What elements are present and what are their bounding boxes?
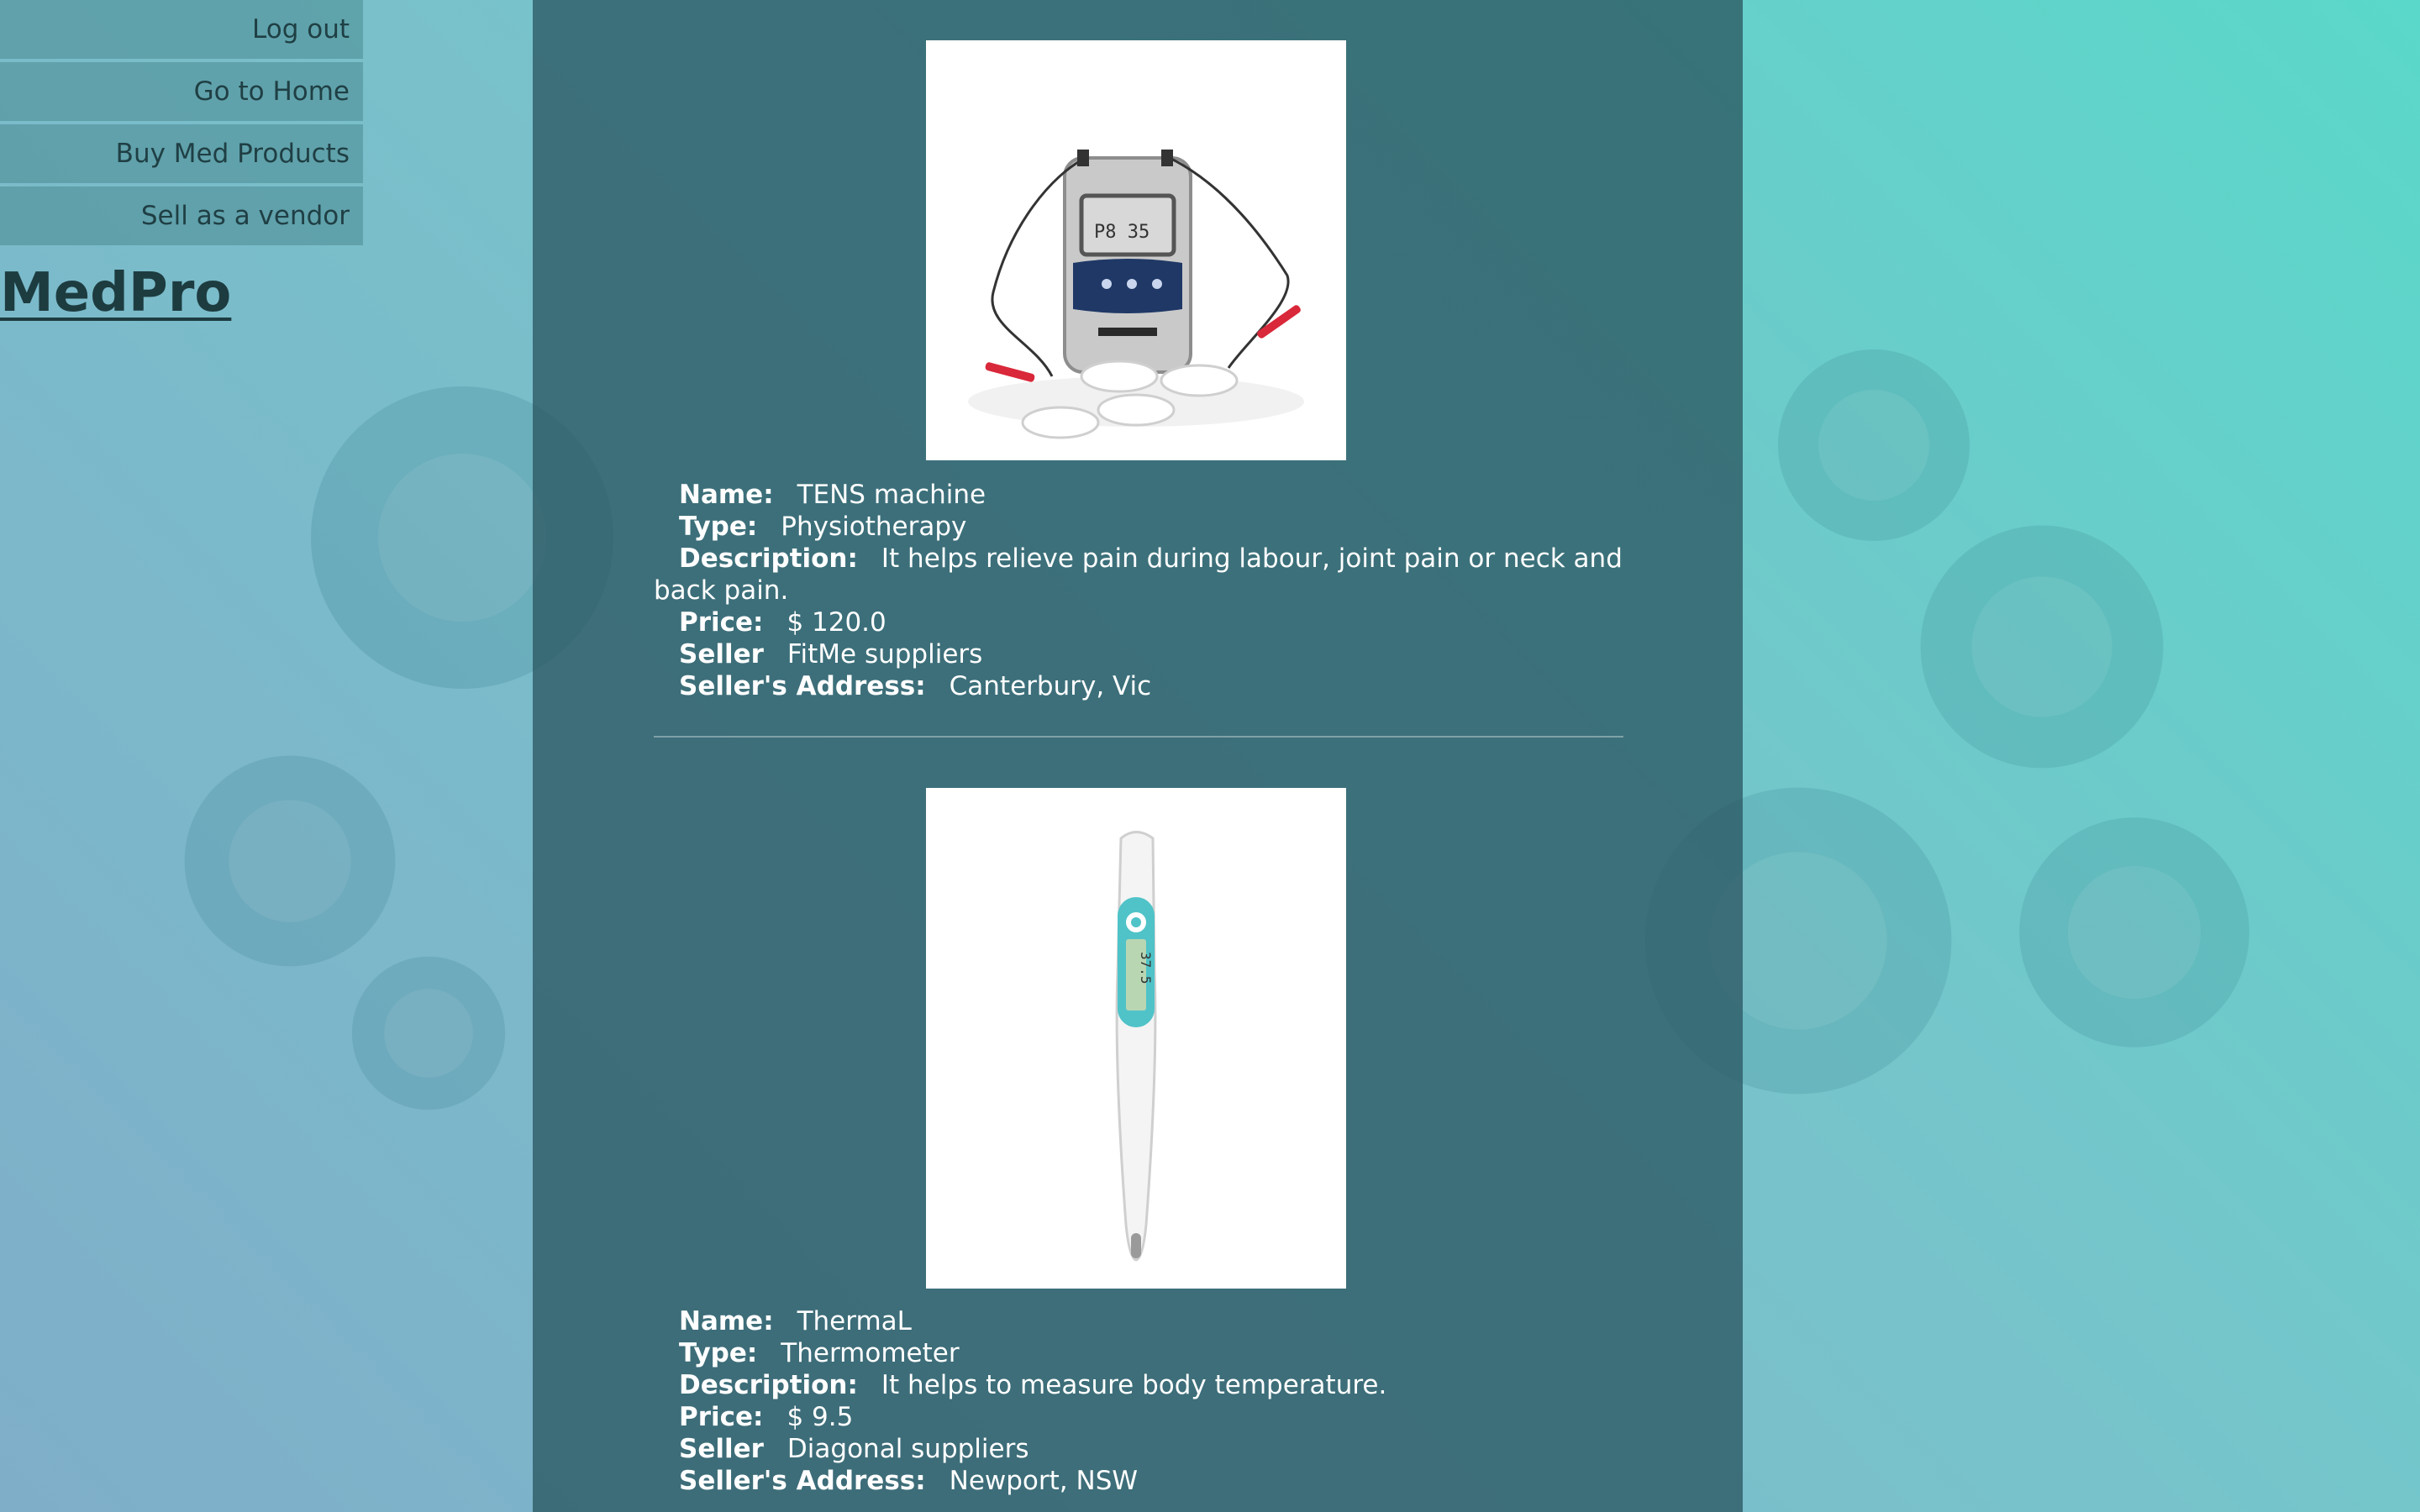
product-type: Thermometer bbox=[781, 1338, 960, 1368]
product-info: Name: TENS machine Type: Physiotherapy Des… bbox=[654, 479, 1623, 702]
seller-address: Newport, NSW bbox=[949, 1466, 1139, 1496]
product-list-panel: P8 35 Name: TENS machine Type: Physiothera… bbox=[533, 0, 1743, 1512]
address-label: Seller's Address: bbox=[679, 1466, 926, 1496]
tens-machine-image: P8 35 bbox=[926, 40, 1346, 460]
go-home-button[interactable]: Go to Home bbox=[0, 62, 363, 121]
product-description: It helps to measure body temperature. bbox=[881, 1370, 1387, 1400]
name-label: Name: bbox=[679, 1306, 774, 1336]
seller-label: Seller bbox=[679, 639, 764, 669]
seller-label: Seller bbox=[679, 1434, 764, 1464]
type-label: Type: bbox=[679, 1338, 758, 1368]
product-info: Name: ThermaL Type: Thermometer Descriptio… bbox=[654, 1305, 1623, 1497]
product-type: Physiotherapy bbox=[781, 512, 967, 542]
product-seller: Diagonal suppliers bbox=[786, 1434, 1029, 1464]
sell-as-vendor-button[interactable]: Sell as a vendor bbox=[0, 186, 363, 245]
product-divider bbox=[654, 736, 1623, 738]
product-seller: FitMe suppliers bbox=[786, 639, 983, 669]
description-label: Description: bbox=[679, 543, 858, 574]
svg-text:37.5: 37.5 bbox=[1138, 952, 1154, 984]
price-label: Price: bbox=[679, 1402, 764, 1432]
seller-address: Canterbury, Vic bbox=[949, 671, 1152, 701]
product-name: TENS machine bbox=[797, 480, 986, 510]
address-label: Seller's Address: bbox=[679, 671, 926, 701]
buy-med-products-button[interactable]: Buy Med Products bbox=[0, 124, 363, 183]
product-name: ThermaL bbox=[797, 1306, 912, 1336]
logout-button[interactable]: Log out bbox=[0, 0, 363, 59]
price-label: Price: bbox=[679, 607, 764, 638]
gear-icon bbox=[351, 956, 506, 1110]
gear-icon bbox=[2019, 817, 2249, 1047]
product-price: $ 9.5 bbox=[786, 1402, 854, 1432]
side-nav: Log out Go to Home Buy Med Products Sell… bbox=[0, 0, 363, 249]
name-label: Name: bbox=[679, 480, 774, 510]
medpro-logo[interactable]: MedPro bbox=[0, 262, 231, 324]
type-label: Type: bbox=[679, 512, 758, 542]
thermometer-image: 37.5 bbox=[926, 788, 1346, 1289]
product-price: $ 120.0 bbox=[786, 607, 886, 638]
description-label: Description: bbox=[679, 1370, 858, 1400]
svg-text:P8 35: P8 35 bbox=[1094, 222, 1150, 243]
